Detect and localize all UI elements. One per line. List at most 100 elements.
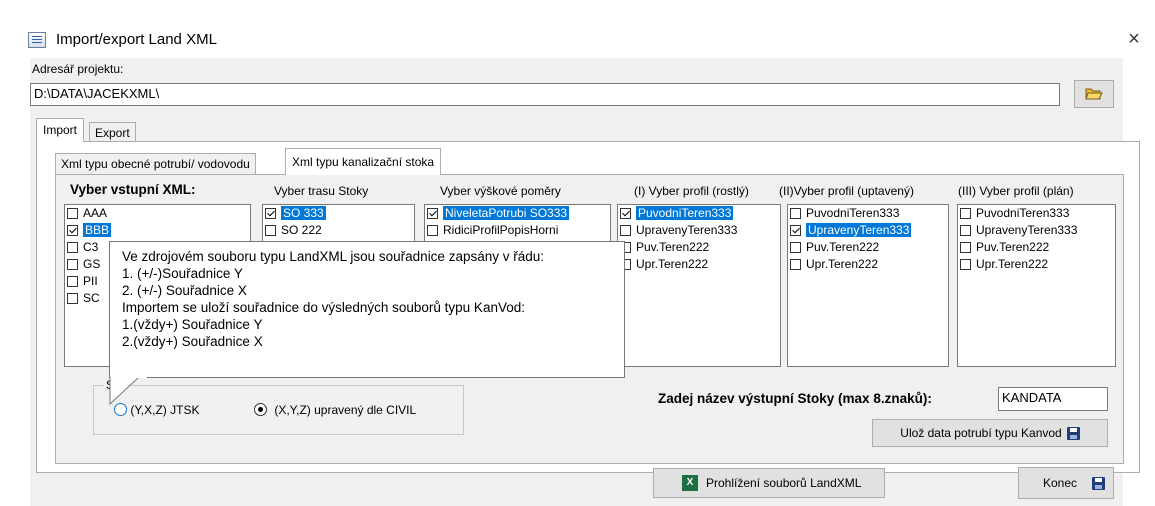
list-item-label: SC bbox=[83, 291, 100, 305]
list-item-label: SO 222 bbox=[281, 223, 322, 237]
window-title: Import/export Land XML bbox=[56, 31, 217, 48]
tab-export[interactable]: Export bbox=[89, 122, 136, 142]
plan-list-header: (III) Vyber profil (plán) bbox=[958, 184, 1074, 198]
list-item[interactable]: UpravenyTeren333 bbox=[618, 222, 780, 239]
list-item-label: UpravenyTeren333 bbox=[806, 223, 912, 237]
list-item[interactable]: AAA bbox=[65, 205, 250, 222]
list-item-label: C3 bbox=[83, 240, 99, 254]
list-item[interactable]: RidiciProfilPopisHorni bbox=[425, 222, 610, 239]
list-item[interactable]: Puv.Teren222 bbox=[788, 239, 948, 256]
list-item-checkbox[interactable] bbox=[790, 259, 801, 270]
list-item[interactable]: UpravenyTeren333 bbox=[958, 222, 1115, 239]
radio-civil-label: (X,Y,Z) upravený dle CIVIL bbox=[274, 403, 417, 417]
list-item-label: SO 333 bbox=[281, 206, 326, 220]
list-item-label: Puv.Teren222 bbox=[636, 240, 710, 254]
list-item[interactable]: Puv.Teren222 bbox=[618, 239, 780, 256]
project-path-label: Adresář projektu: bbox=[32, 62, 124, 76]
list-item-checkbox[interactable] bbox=[427, 208, 438, 219]
list-item-checkbox[interactable] bbox=[620, 208, 631, 219]
tooltip-line: Ve zdrojovém souboru typu LandXML jsou s… bbox=[122, 249, 545, 264]
end-button-label: Konec bbox=[1043, 476, 1078, 490]
list-item[interactable]: PuvodniTeren333 bbox=[618, 205, 780, 222]
list-item[interactable]: BBB bbox=[65, 222, 250, 239]
list-item-checkbox[interactable] bbox=[790, 242, 801, 253]
close-icon[interactable]: × bbox=[1120, 28, 1148, 51]
output-name-field[interactable]: KANDATA bbox=[998, 387, 1108, 411]
tooltip-line: 2.(vždy+) Souřadnice X bbox=[122, 334, 263, 349]
list-item-checkbox[interactable] bbox=[67, 208, 78, 219]
tab-import[interactable]: Import bbox=[36, 118, 85, 142]
tooltip-line: 2. (+/-) Souřadnice X bbox=[122, 283, 247, 298]
coords-option-civil[interactable]: (X,Y,Z) upravený dle CIVIL bbox=[254, 403, 416, 417]
excel-icon: X bbox=[682, 475, 698, 491]
trasa-list-header: Vyber trasu Stoky bbox=[274, 184, 369, 198]
browse-folder-button[interactable] bbox=[1074, 80, 1114, 108]
list-item-checkbox[interactable] bbox=[960, 225, 971, 236]
rostly-list-header: (I) Vyber profil (rostlý) bbox=[634, 184, 749, 198]
list-item[interactable]: Upr.Teren222 bbox=[788, 256, 948, 273]
save-kanvod-button[interactable]: Ulož data potrubí typu Kanvod bbox=[872, 419, 1108, 447]
tab-xml-kanalizace[interactable]: Xml typu kanalizační stoka bbox=[285, 148, 442, 175]
tooltip-line: 1.(vždy+) Souřadnice Y bbox=[122, 317, 263, 332]
tooltip-line: Importem se uloží souřadnice do výsledný… bbox=[122, 300, 525, 315]
list-item[interactable]: Puv.Teren222 bbox=[958, 239, 1115, 256]
list-item-label: UpravenyTeren333 bbox=[636, 223, 738, 237]
list-item[interactable]: Upr.Teren222 bbox=[958, 256, 1115, 273]
radio-civil[interactable] bbox=[254, 403, 267, 416]
end-button[interactable]: Konec bbox=[1018, 467, 1114, 499]
list-item[interactable]: SO 222 bbox=[263, 222, 414, 239]
vyskove-list-header: Vyber výškové poměry bbox=[440, 184, 561, 198]
coords-tooltip: Ve zdrojovém souboru typu LandXML jsou s… bbox=[109, 241, 625, 378]
list-item-label: PuvodniTeren333 bbox=[636, 206, 734, 220]
tooltip-tail bbox=[109, 376, 147, 406]
app-icon bbox=[28, 32, 46, 48]
list-item[interactable]: Upr.Teren222 bbox=[618, 256, 780, 273]
list-item-label: NiveletaPotrubi SO333 bbox=[443, 206, 570, 220]
list-item-checkbox[interactable] bbox=[67, 225, 78, 236]
list-item-checkbox[interactable] bbox=[67, 276, 78, 287]
list-item-checkbox[interactable] bbox=[960, 242, 971, 253]
floppy-disk-icon bbox=[1066, 426, 1080, 440]
upraveny-list-header: (II)Vyber profil (uptavený) bbox=[779, 184, 914, 198]
list-item[interactable]: PuvodniTeren333 bbox=[958, 205, 1115, 222]
upraveny-listbox[interactable]: PuvodniTeren333 UpravenyTeren333 Puv.Teren… bbox=[787, 204, 949, 367]
project-path-field[interactable]: D:\DATA\JACEKXML\ bbox=[30, 83, 1060, 106]
list-item-checkbox[interactable] bbox=[67, 293, 78, 304]
list-item-label: UpravenyTeren333 bbox=[976, 223, 1078, 237]
output-name-label: Zadej název výstupní Stoky (max 8.znaků)… bbox=[658, 391, 932, 406]
list-item-label: PuvodniTeren333 bbox=[806, 206, 900, 220]
list-item[interactable]: PuvodniTeren333 bbox=[788, 205, 948, 222]
tab-xml-obecne[interactable]: Xml typu obecné potrubí/ vodovodu bbox=[55, 153, 256, 175]
list-item[interactable]: UpravenyTeren333 bbox=[788, 222, 948, 239]
list-item-label: GS bbox=[83, 257, 101, 271]
list-item-checkbox[interactable] bbox=[265, 225, 276, 236]
list-item-label: PII bbox=[83, 274, 98, 288]
list-item-checkbox[interactable] bbox=[265, 208, 276, 219]
xml-list-header: Vyber vstupní XML: bbox=[70, 182, 196, 197]
list-item-checkbox[interactable] bbox=[427, 225, 438, 236]
list-item-label: PuvodniTeren333 bbox=[976, 206, 1070, 220]
view-landxml-button[interactable]: X Prohlížení souborů LandXML bbox=[653, 468, 885, 498]
view-landxml-label: Prohlížení souborů LandXML bbox=[706, 476, 862, 490]
dialog-window: Import/export Land XML × Adresář projekt… bbox=[0, 0, 1155, 506]
floppy-disk-icon bbox=[1092, 476, 1105, 490]
list-item-checkbox[interactable] bbox=[67, 259, 78, 270]
tooltip-line: 1. (+/-)Souřadnice Y bbox=[122, 266, 243, 281]
list-item-checkbox[interactable] bbox=[620, 225, 631, 236]
list-item[interactable]: SO 333 bbox=[263, 205, 414, 222]
list-item-checkbox[interactable] bbox=[67, 242, 78, 253]
open-folder-icon bbox=[1085, 88, 1103, 100]
title-bar: Import/export Land XML × bbox=[28, 28, 1148, 56]
list-item-label: AAA bbox=[83, 206, 108, 220]
list-item-checkbox[interactable] bbox=[960, 259, 971, 270]
list-item-checkbox[interactable] bbox=[960, 208, 971, 219]
list-item-label: Upr.Teren222 bbox=[636, 257, 709, 271]
rostly-listbox[interactable]: PuvodniTeren333 UpravenyTeren333 Puv.Teren… bbox=[617, 204, 781, 367]
plan-listbox[interactable]: PuvodniTeren333 UpravenyTeren333 Puv.Teren… bbox=[957, 204, 1116, 367]
list-item-label: Upr.Teren222 bbox=[976, 257, 1049, 271]
list-item-label: Puv.Teren222 bbox=[976, 240, 1050, 254]
list-item-label: RidiciProfilPopisHorni bbox=[443, 223, 559, 237]
list-item[interactable]: NiveletaPotrubi SO333 bbox=[425, 205, 610, 222]
list-item-checkbox[interactable] bbox=[790, 208, 801, 219]
list-item-checkbox[interactable] bbox=[790, 225, 801, 236]
